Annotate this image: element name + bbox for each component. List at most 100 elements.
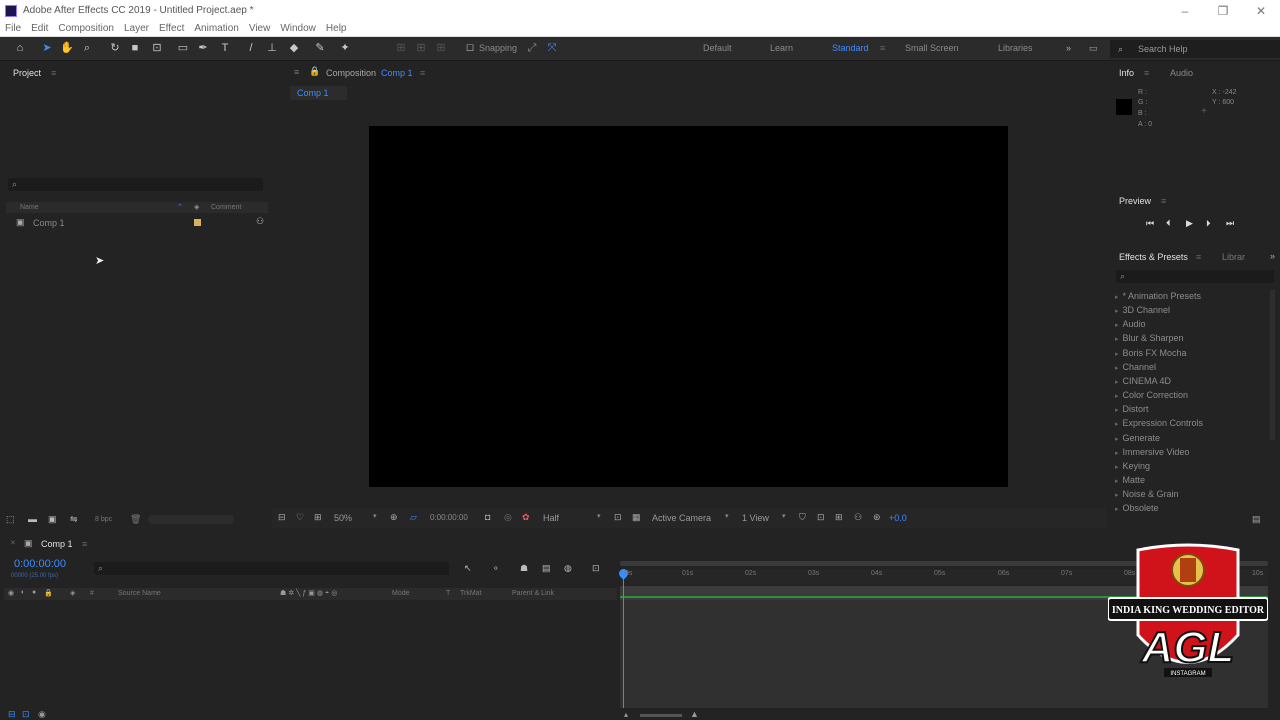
workspace-standard[interactable]: Standard <box>832 43 869 53</box>
menu-layer[interactable]: Layer <box>119 23 154 34</box>
show-channel-icon[interactable]: ✿ <box>522 512 530 523</box>
info-tab[interactable]: Info <box>1119 68 1134 78</box>
effects-category[interactable]: ▸ 3D Channel <box>1115 305 1170 315</box>
fast-previews-icon[interactable]: ⊡ <box>614 512 622 523</box>
workspace-learn[interactable]: Learn <box>770 43 793 53</box>
trash-icon[interactable]: 🗑 <box>130 514 141 525</box>
effects-category[interactable]: ▸ Distort <box>1115 404 1149 414</box>
menu-effect[interactable]: Effect <box>154 23 189 34</box>
minimize-button[interactable]: – <box>1166 4 1204 18</box>
flowchart-icon[interactable]: ⚇ <box>256 216 264 227</box>
bit-depth-label[interactable]: 8 bpc <box>95 516 112 523</box>
timeline-search-input[interactable]: ⌕ <box>94 562 449 575</box>
comp-tab-menu-icon[interactable]: ≡ <box>420 68 425 78</box>
menu-view[interactable]: View <box>244 23 276 34</box>
motion-blur-icon[interactable]: ◍ <box>564 563 572 574</box>
home-icon[interactable]: ⌂ <box>13 41 27 55</box>
pan-behind-tool-icon[interactable]: ⊡ <box>150 41 164 55</box>
effects-category[interactable]: ▸ Color Correction <box>1115 390 1188 400</box>
resolution-dropdown[interactable]: Half <box>543 513 559 523</box>
workspace-small-screen[interactable]: Small Screen <box>905 43 959 53</box>
snap-features-icon[interactable]: ⤧ <box>545 41 559 55</box>
menu-composition[interactable]: Composition <box>53 23 119 34</box>
project-search-input[interactable]: ⌕ <box>8 178 263 191</box>
panel-menu-icon[interactable]: ≡ <box>1144 68 1149 78</box>
effects-category[interactable]: ▸ Keying <box>1115 461 1150 471</box>
effects-category[interactable]: ▸ Audio <box>1115 319 1146 329</box>
puppet-tool-icon[interactable]: ✦ <box>338 41 352 55</box>
camera-dropdown[interactable]: Active Camera <box>652 513 711 523</box>
menu-edit[interactable]: Edit <box>26 23 53 34</box>
effects-category[interactable]: ▸ Matte <box>1115 475 1145 485</box>
snap-edges-icon[interactable]: ⤢ <box>525 41 539 55</box>
effects-category[interactable]: ▸ Immersive Video <box>1115 447 1189 457</box>
layer-switches-icon[interactable]: ⊟ <box>8 709 16 720</box>
parent-link-column-header[interactable]: Parent & Link <box>512 590 554 597</box>
hand-tool-icon[interactable]: ✋ <box>60 41 74 55</box>
close-button[interactable]: ✕ <box>1242 4 1280 18</box>
more-workspaces-icon[interactable]: » <box>1066 43 1071 53</box>
composition-viewer-canvas[interactable] <box>369 126 1008 487</box>
show-snapshot-icon[interactable]: ◎ <box>504 512 512 523</box>
panel-menu-icon[interactable]: ≡ <box>1196 252 1201 262</box>
effects-category[interactable]: ▸ Blur & Sharpen <box>1115 333 1184 343</box>
rectangle-tool-icon[interactable]: ▭ <box>176 41 190 55</box>
menu-animation[interactable]: Animation <box>189 23 243 34</box>
toggle-pixel-aspect-icon[interactable]: ⊞ <box>835 512 843 523</box>
more-tabs-icon[interactable]: » <box>1270 251 1275 261</box>
pen-tool-icon[interactable]: ✒ <box>196 41 210 55</box>
trkmat-column-header[interactable]: TrkMat <box>460 590 482 597</box>
menu-file[interactable]: File <box>0 23 26 34</box>
solo-icon[interactable]: ● <box>32 589 36 596</box>
audio-icon[interactable]: ◖ <box>20 589 24 596</box>
mask-visibility-icon[interactable]: ♡ <box>296 512 304 523</box>
zoom-tool-icon[interactable]: ⌕ <box>80 41 94 55</box>
preview-tab[interactable]: Preview <box>1119 196 1151 206</box>
close-tab-icon[interactable]: ✕ <box>10 539 16 547</box>
switches-icons[interactable]: ☗✲╲ƒ▣◍◓◎ <box>280 589 339 597</box>
reset-exposure-icon[interactable]: ⊡ <box>817 512 825 523</box>
hide-shy-layers-icon[interactable]: ☗ <box>520 563 528 574</box>
draft-3d-icon[interactable]: ⚬ <box>492 563 500 574</box>
grid-guides-icon[interactable]: ⊕ <box>390 512 398 523</box>
timeline-zoom-slider[interactable] <box>640 714 682 717</box>
effects-category[interactable]: ▸ Obsolete <box>1115 503 1159 513</box>
effects-search-input[interactable]: ⌕ <box>1116 270 1274 283</box>
panel-menu-icon[interactable]: ≡ <box>294 67 299 77</box>
effects-category[interactable]: ▸ Generate <box>1115 433 1160 443</box>
project-settings-icon[interactable]: ⇋ <box>70 514 78 525</box>
audio-tab[interactable]: Audio <box>1170 68 1193 78</box>
world-axis-icon[interactable]: ⊞ <box>414 41 428 55</box>
source-name-column-header[interactable]: Source Name <box>118 590 161 597</box>
comp-flow-tab[interactable]: Comp 1 <box>290 86 347 100</box>
effects-scrollbar[interactable] <box>1270 290 1275 440</box>
composition-tab-prefix[interactable]: Composition <box>326 68 376 78</box>
new-preset-icon[interactable]: ▤ <box>1252 514 1261 525</box>
workspace-menu-icon[interactable]: ≡ <box>880 43 885 53</box>
effects-category[interactable]: ▸ * Animation Presets <box>1115 291 1201 301</box>
project-tab[interactable]: Project <box>13 68 41 78</box>
zoom-in-icon[interactable]: ▲ <box>690 709 699 719</box>
effects-category[interactable]: ▸ Channel <box>1115 362 1156 372</box>
mode-column-header[interactable]: Mode <box>392 590 410 597</box>
panel-toggle-icon[interactable]: ▭ <box>1089 43 1098 54</box>
region-of-interest-icon[interactable]: ▱ <box>410 512 417 523</box>
maximize-button[interactable]: ❐ <box>1204 4 1242 18</box>
workspace-default[interactable]: Default <box>703 43 732 53</box>
panel-menu-icon[interactable]: ≡ <box>51 68 56 78</box>
camera-tool-icon[interactable]: ■ <box>128 41 142 55</box>
selection-tool-icon[interactable]: ➤ <box>40 41 54 55</box>
timing-controls-icon[interactable]: ◉ <box>38 709 46 720</box>
zoom-dropdown[interactable]: 50% <box>334 513 352 523</box>
menu-window[interactable]: Window <box>275 23 321 34</box>
zoom-out-icon[interactable]: ▴ <box>624 710 628 719</box>
composition-tab-name[interactable]: Comp 1 <box>381 68 413 78</box>
current-time-display[interactable]: 0:00:00:00 <box>14 558 66 570</box>
panel-menu-icon[interactable]: ≡ <box>1161 196 1166 206</box>
clone-stamp-tool-icon[interactable]: ⊥ <box>265 41 279 55</box>
transfer-controls-icon[interactable]: ⊡ <box>22 709 30 720</box>
eraser-tool-icon[interactable]: ◆ <box>287 41 301 55</box>
transparency-grid-icon[interactable]: ▦ <box>632 512 641 523</box>
view-axis-icon[interactable]: ⊞ <box>434 41 448 55</box>
graph-editor-icon[interactable]: ⊡ <box>592 563 600 574</box>
